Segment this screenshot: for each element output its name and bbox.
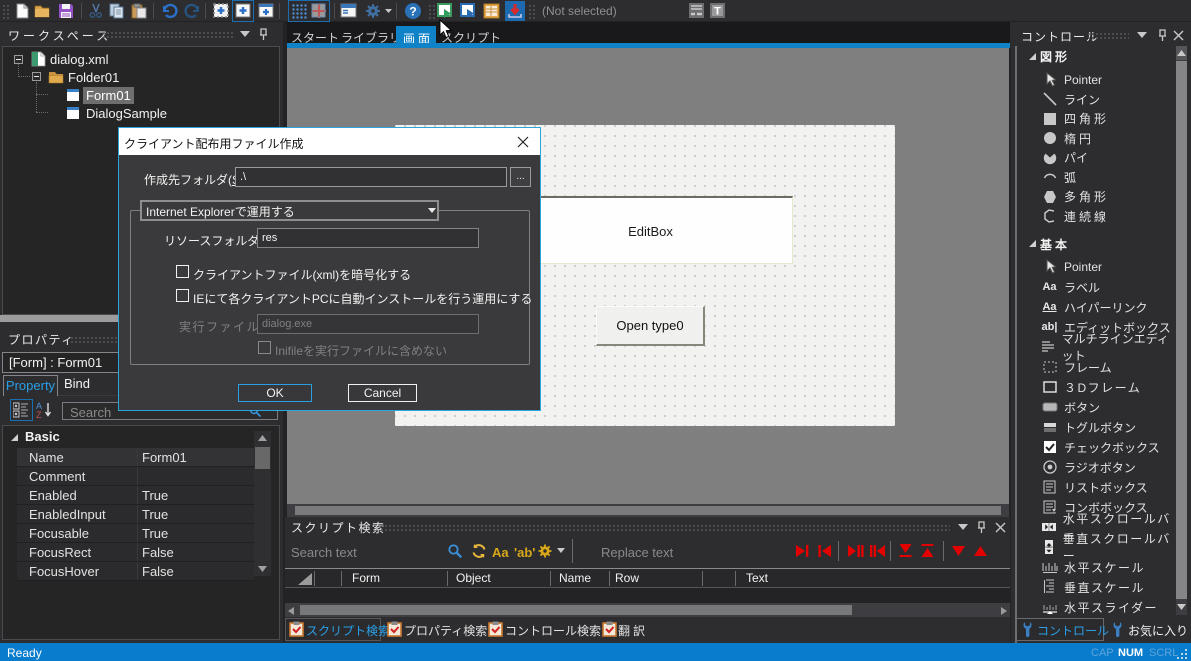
svg-text:?: ? — [409, 5, 416, 19]
svg-text:Z: Z — [36, 410, 42, 419]
svg-text:T: T — [714, 6, 721, 18]
